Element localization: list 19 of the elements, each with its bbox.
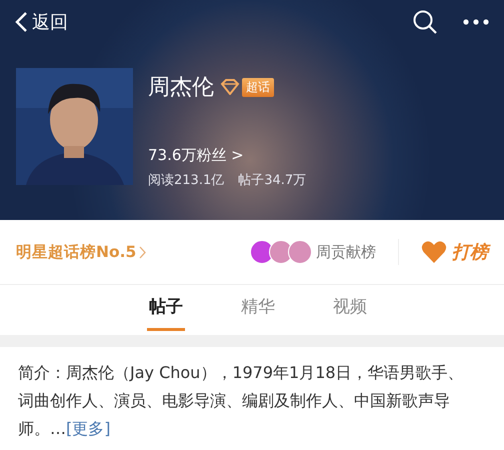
read-count: 阅读213.1亿 <box>148 172 224 189</box>
ranking-link[interactable]: 明星超话榜No.5 <box>16 242 136 262</box>
tab[interactable]: 视频 <box>331 285 369 331</box>
weekly-ranking-link[interactable]: 周贡献榜 <box>316 242 376 262</box>
chevron-icon <box>139 246 146 258</box>
heart-icon <box>421 240 447 264</box>
tab[interactable]: 帖子 <box>147 285 185 331</box>
tab[interactable]: 精华 <box>239 285 277 331</box>
post-count: 帖子34.7万 <box>238 172 306 189</box>
search-icon[interactable] <box>412 9 438 35</box>
super-topic-badge: 超话 <box>242 78 274 96</box>
more-link[interactable]: [更多] <box>66 419 110 438</box>
back-button[interactable]: 返回 <box>14 10 68 34</box>
diamond-icon <box>220 79 240 95</box>
profile-name: 周杰伦 <box>148 74 214 102</box>
more-icon[interactable] <box>462 18 490 26</box>
back-icon <box>14 11 28 33</box>
intro-text: 简介：周杰伦（Jay Chou），1979年1月18日，华语男歌手、词曲创作人、演员、电影导演、编剧及制作人、中国新歌声导师。…[更多] <box>18 362 465 440</box>
fans-count-link[interactable]: 73.6万粉丝 > <box>148 146 306 165</box>
